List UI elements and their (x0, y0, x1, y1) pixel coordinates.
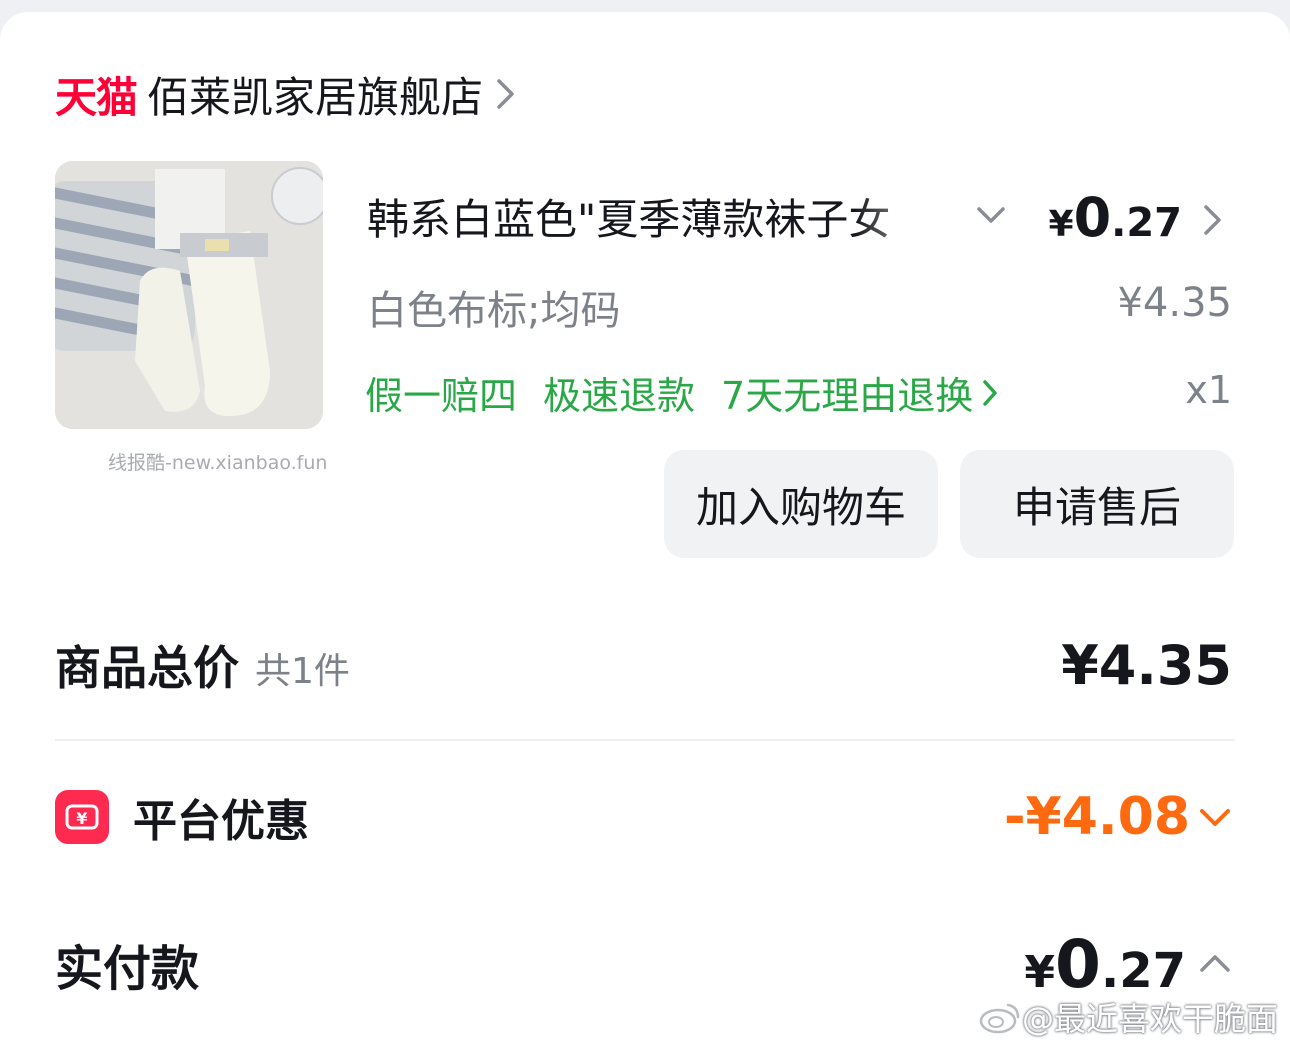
platform-discount-amount: -¥4.08 (1003, 787, 1190, 847)
yuan-coupon-icon: ¥ (55, 790, 109, 844)
item-paid-price: ¥ 0 .27 (1049, 186, 1183, 252)
weibo-watermark: @最近喜欢干脆面 (978, 994, 1278, 1040)
actual-payment-amount: ¥ 0 .27 (1024, 926, 1186, 1003)
chevron-down-icon[interactable] (975, 203, 1007, 231)
store-header[interactable]: 天猫 佰莱凯家居旗舰店 (55, 66, 517, 122)
product-title[interactable]: 韩系白蓝色"夏季薄款袜子女 (367, 190, 962, 250)
chevron-right-icon[interactable] (981, 378, 999, 408)
platform-discount-row[interactable]: ¥ 平台优惠 -¥4.08 (55, 786, 1232, 848)
original-price: ¥4.35 (1117, 280, 1232, 326)
quantity: x1 (1185, 368, 1232, 412)
chevron-down-icon[interactable] (1198, 805, 1232, 829)
goods-total-row: 商品总价 共1件 ¥4.35 (55, 632, 1232, 698)
product-image[interactable] (55, 161, 323, 429)
price-decimal: .27 (1111, 200, 1182, 246)
image-watermark: 线报酷-new.xianbao.fun (108, 452, 328, 474)
chevron-up-icon[interactable] (1198, 952, 1232, 976)
service-tag: 7天无理由退换 (721, 374, 974, 418)
chevron-right-icon[interactable] (1202, 203, 1224, 241)
svg-text:¥: ¥ (76, 809, 87, 828)
currency-symbol: ¥ (1048, 204, 1074, 245)
actual-payment-row[interactable]: 实付款 ¥ 0 .27 (55, 924, 1232, 1004)
tmall-logo: 天猫 (55, 72, 138, 122)
service-tag: 假一赔四 (365, 374, 518, 418)
after-sales-button[interactable]: 申请售后 (960, 450, 1234, 558)
price-integer: 0 (1055, 925, 1101, 1003)
item-count: 共1件 (255, 651, 350, 692)
store-name[interactable]: 佰莱凯家居旗舰店 (147, 64, 483, 125)
service-tag: 极速退款 (543, 374, 696, 418)
price-decimal: .27 (1100, 942, 1186, 999)
goods-total-amount: ¥4.35 (1061, 633, 1232, 697)
price-integer: 0 (1073, 186, 1112, 249)
add-to-cart-button[interactable]: 加入购物车 (664, 450, 938, 558)
service-tags[interactable]: 假一赔四 极速退款 7天无理由退换 (365, 365, 999, 420)
platform-discount-label: 平台优惠 (133, 796, 309, 847)
divider (55, 739, 1235, 741)
actual-payment-label: 实付款 (55, 941, 200, 997)
product-spec: 白色布标;均码 (367, 288, 621, 334)
watermark-text: @最近喜欢干脆面 (1021, 1000, 1278, 1038)
weibo-icon (979, 1003, 1020, 1034)
currency-symbol: ¥ (1024, 946, 1056, 998)
chevron-right-icon[interactable] (495, 77, 517, 111)
product-socks-image (55, 161, 323, 429)
goods-total-label: 商品总价 (55, 641, 239, 695)
